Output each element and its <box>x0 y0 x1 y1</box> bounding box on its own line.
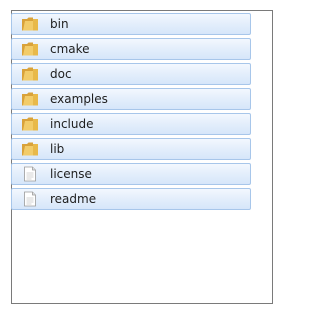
file-list: bin cmake doc examples include lib licen… <box>11 13 251 213</box>
folder-icon <box>22 42 38 56</box>
list-item-readme[interactable]: readme <box>11 188 251 210</box>
list-item-examples[interactable]: examples <box>11 88 251 110</box>
file-icon <box>24 191 36 207</box>
folder-icon <box>22 67 38 81</box>
list-item-label: license <box>50 167 92 181</box>
list-item-label: bin <box>50 17 69 31</box>
folder-icon <box>22 142 38 156</box>
list-item-label: readme <box>50 192 97 206</box>
list-item-label: include <box>50 117 94 131</box>
list-item-license[interactable]: license <box>11 163 251 185</box>
list-item-label: examples <box>50 92 108 106</box>
list-item-bin[interactable]: bin <box>11 13 251 35</box>
folder-icon <box>22 17 38 31</box>
list-item-label: doc <box>50 67 72 81</box>
list-item-include[interactable]: include <box>11 113 251 135</box>
folder-icon <box>22 117 38 131</box>
list-item-label: lib <box>50 142 65 156</box>
list-item-cmake[interactable]: cmake <box>11 38 251 60</box>
file-icon <box>24 166 36 182</box>
list-item-lib[interactable]: lib <box>11 138 251 160</box>
list-item-label: cmake <box>50 42 90 56</box>
folder-icon <box>22 92 38 106</box>
list-item-doc[interactable]: doc <box>11 63 251 85</box>
